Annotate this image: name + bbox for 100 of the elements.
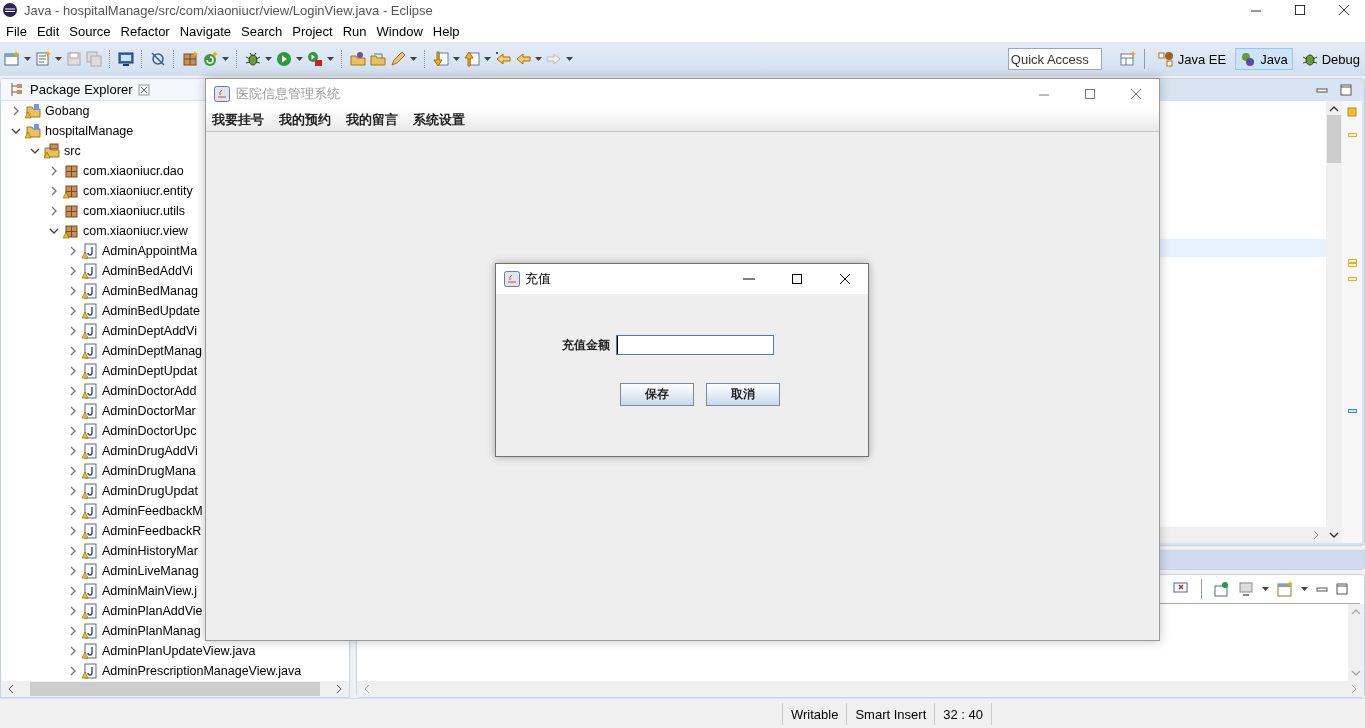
chevron-right-icon[interactable] [68, 406, 78, 416]
tree-item[interactable]: AdminDeptUpdat [102, 364, 198, 378]
open-perspective-icon[interactable] [1119, 51, 1136, 67]
quick-access-field[interactable]: Quick Access [1007, 48, 1102, 70]
tree-item[interactable]: com.xiaoniucr.dao [83, 164, 184, 178]
chevron-right-icon[interactable] [68, 586, 78, 596]
chevron-right-icon[interactable] [68, 606, 78, 616]
chevron-down-icon[interactable] [49, 226, 59, 236]
menu-item[interactable]: Source [65, 23, 117, 39]
scrollbar-thumb[interactable] [1327, 115, 1341, 163]
tree-item[interactable]: src [64, 144, 81, 158]
chevron-right-icon[interactable] [49, 206, 59, 216]
tree-item[interactable]: hospitalManage [45, 124, 134, 138]
refresh-icon[interactable] [202, 51, 218, 67]
caret-icon[interactable] [55, 57, 62, 61]
chevron-right-icon[interactable] [49, 186, 59, 196]
caret-icon[interactable] [453, 57, 460, 61]
tree-item[interactable]: AdminPlanAddVie [102, 604, 203, 618]
scroll-right-icon[interactable] [335, 684, 343, 694]
chevron-right-icon[interactable] [68, 666, 78, 676]
menu-item[interactable]: File [2, 23, 33, 39]
next-annotation-icon[interactable] [433, 51, 449, 67]
close-icon[interactable] [838, 272, 852, 286]
caret-icon[interactable] [24, 57, 31, 61]
tree-item[interactable]: AdminLiveManag [102, 564, 199, 578]
menu-item[interactable]: Navigate [175, 23, 237, 39]
restore-icon[interactable] [1293, 3, 1307, 17]
chevron-right-icon[interactable] [49, 166, 59, 176]
tree-item[interactable]: Gobang [45, 104, 90, 118]
chevron-right-icon[interactable] [68, 266, 78, 276]
menu-item[interactable]: 我的留言 [344, 111, 411, 129]
tree-item[interactable]: AdminDoctorUpc [102, 424, 197, 438]
chevron-down-icon[interactable] [11, 126, 21, 136]
chevron-right-icon[interactable] [68, 326, 78, 336]
tree-item[interactable]: com.xiaoniucr.utils [83, 204, 186, 218]
tree-item[interactable]: AdminFeedbackM [102, 504, 203, 518]
tree-item[interactable]: AdminPlanUpdateView.java [102, 644, 256, 658]
crossed-circle-icon[interactable] [150, 51, 166, 67]
caret-icon[interactable] [265, 57, 272, 61]
chevron-right-icon[interactable] [68, 526, 78, 536]
play-icon[interactable] [276, 51, 292, 67]
chevron-right-icon[interactable] [68, 466, 78, 476]
caret-icon[interactable] [566, 57, 573, 61]
caret-icon[interactable] [535, 57, 542, 61]
chevron-right-icon[interactable] [68, 566, 78, 576]
chevron-right-icon[interactable] [68, 426, 78, 436]
close-icon[interactable] [1337, 3, 1351, 17]
caret-icon[interactable] [410, 57, 417, 61]
monitor-icon[interactable] [118, 51, 134, 67]
chevron-right-icon[interactable] [68, 366, 78, 376]
new-console-icon[interactable] [1277, 581, 1293, 597]
menu-item[interactable]: Run [338, 23, 373, 39]
chevron-right-icon[interactable] [68, 646, 78, 656]
scrollbar-thumb[interactable] [30, 682, 320, 696]
tree-item[interactable]: AdminDrugMana [102, 464, 196, 478]
chevron-right-icon[interactable] [11, 106, 21, 116]
menu-item[interactable]: 系统设置 [411, 111, 478, 129]
tree-item[interactable]: AdminBedAddVi [102, 264, 193, 278]
menu-item[interactable]: Project [288, 23, 339, 39]
caret-icon[interactable] [222, 57, 229, 61]
chevron-right-icon[interactable] [68, 506, 78, 516]
chevron-right-icon[interactable] [68, 446, 78, 456]
package-icon[interactable] [182, 51, 198, 67]
chevron-right-icon[interactable] [68, 286, 78, 296]
dialog-button[interactable]: 保存 [620, 383, 694, 406]
tree-item[interactable]: AdminDoctorMar [102, 404, 196, 418]
menu-item[interactable]: 我要挂号 [210, 111, 277, 129]
tree-item[interactable]: AdminDoctorAdd [102, 384, 197, 398]
menu-item[interactable]: 我的预约 [277, 111, 344, 129]
scroll-up-icon[interactable] [1329, 105, 1339, 113]
tree-item[interactable]: AdminDeptAddVi [102, 324, 197, 338]
caret-icon[interactable] [327, 57, 334, 61]
pin-icon[interactable] [1214, 581, 1230, 597]
perspective-button[interactable]: Java [1235, 48, 1293, 70]
tree-item[interactable]: AdminDrugUpdat [102, 484, 198, 498]
perspective-button[interactable]: Java EE [1152, 48, 1232, 70]
maximize-icon[interactable] [790, 272, 804, 286]
previous-annotation-icon[interactable] [464, 51, 480, 67]
tree-item[interactable]: AdminDrugAddVi [102, 444, 198, 458]
caret-icon[interactable] [1262, 587, 1269, 591]
tree-item[interactable]: AdminBedManag [102, 284, 198, 298]
bug-icon[interactable] [245, 51, 261, 67]
chevron-right-icon[interactable] [68, 386, 78, 396]
dialog-button[interactable]: 取消 [706, 383, 780, 406]
tree-item[interactable]: AdminMainView.j [102, 584, 197, 598]
pencil-icon[interactable] [390, 51, 406, 67]
tree-item[interactable]: AdminPrescriptionManageView.java [102, 664, 302, 678]
menu-item[interactable]: Help [428, 23, 466, 39]
scroll-left-icon[interactable] [7, 684, 15, 694]
run-tool-icon[interactable] [307, 51, 323, 67]
menu-item[interactable]: Search [237, 23, 289, 39]
chevron-right-icon[interactable] [68, 346, 78, 356]
open-folder-icon[interactable] [370, 51, 386, 67]
caret-icon[interactable] [1301, 587, 1308, 591]
chevron-right-icon[interactable] [68, 306, 78, 316]
tree-item[interactable]: AdminFeedbackR [102, 524, 202, 538]
panel-title[interactable]: Package Explorer [30, 82, 133, 97]
chevron-down-icon[interactable] [30, 146, 40, 156]
last-edit-icon[interactable] [495, 51, 511, 67]
tree-item[interactable]: AdminBedUpdate [102, 304, 200, 318]
